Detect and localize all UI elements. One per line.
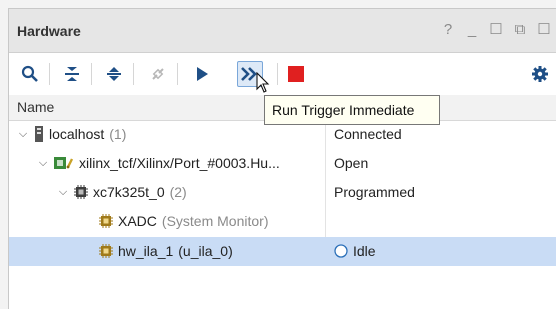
server-icon bbox=[35, 126, 43, 142]
row-count: (System Monitor) bbox=[161, 213, 269, 229]
table-row[interactable]: ⌵ xilinx_tcf/Xilinx/Port_#0003.Hu... Ope… bbox=[9, 149, 556, 178]
gear-icon[interactable] bbox=[527, 61, 553, 87]
help-icon[interactable]: ? bbox=[441, 21, 455, 39]
tooltip: Run Trigger Immediate bbox=[264, 95, 440, 125]
row-status: Connected bbox=[334, 126, 402, 142]
collapse-all-icon[interactable] bbox=[59, 61, 85, 87]
row-count: (u_ila_0) bbox=[178, 243, 233, 259]
row-status: Idle bbox=[353, 243, 376, 259]
row-name: xilinx_tcf/Xilinx/Port_#0003.Hu... bbox=[79, 155, 280, 171]
stop-trigger-icon[interactable] bbox=[283, 61, 309, 87]
table-empty-area bbox=[9, 266, 556, 309]
toolbar-separator bbox=[91, 63, 92, 85]
row-count: (2) bbox=[169, 184, 187, 200]
maximize-icon[interactable]: ☐ bbox=[489, 21, 503, 39]
board-icon bbox=[54, 157, 74, 169]
float-icon[interactable]: ⧉ bbox=[513, 21, 527, 39]
window-controls: ? _ ☐ ⧉ ☐ bbox=[441, 21, 551, 39]
toolbar-separator bbox=[49, 63, 50, 85]
idle-status-icon bbox=[334, 244, 348, 258]
toolbar bbox=[9, 53, 556, 96]
chevron-down-icon[interactable]: ⌵ bbox=[17, 128, 29, 141]
hardware-panel: Hardware ? _ ☐ ⧉ ☐ Name ⌵ localhost (1) … bbox=[8, 8, 556, 309]
row-count: (1) bbox=[109, 126, 127, 142]
auto-connect-icon bbox=[145, 61, 171, 87]
ila-icon bbox=[99, 244, 113, 258]
chip-icon bbox=[74, 185, 88, 199]
toolbar-separator bbox=[133, 63, 134, 85]
mouse-cursor-icon bbox=[256, 72, 270, 93]
row-name: hw_ila_1 bbox=[118, 243, 174, 259]
panel-titlebar: Hardware ? _ ☐ ⧉ ☐ bbox=[9, 9, 556, 53]
row-name: localhost bbox=[49, 126, 105, 142]
chevron-down-icon[interactable]: ⌵ bbox=[57, 186, 69, 199]
search-icon[interactable] bbox=[17, 61, 43, 87]
chevron-down-icon[interactable]: ⌵ bbox=[37, 157, 49, 170]
row-name: xc7k325t_0 bbox=[93, 184, 165, 200]
expand-all-icon[interactable] bbox=[101, 61, 127, 87]
column-header-name[interactable]: Name bbox=[17, 99, 54, 115]
panel-title: Hardware bbox=[17, 23, 81, 39]
row-name: XADC bbox=[118, 213, 157, 229]
run-trigger-icon[interactable] bbox=[189, 61, 215, 87]
restore-icon[interactable]: ☐ bbox=[537, 21, 551, 39]
row-status: Programmed bbox=[334, 184, 415, 200]
table-row[interactable]: ⌵ xc7k325t_0 (2) Programmed bbox=[9, 178, 556, 207]
table-row-selected[interactable]: hw_ila_1 (u_ila_0) Idle bbox=[9, 237, 556, 266]
row-status: Open bbox=[334, 155, 369, 171]
toolbar-separator bbox=[277, 63, 278, 85]
minimize-icon[interactable]: _ bbox=[465, 21, 479, 39]
toolbar-separator bbox=[177, 63, 178, 85]
table-row[interactable]: XADC (System Monitor) bbox=[9, 207, 556, 236]
core-icon bbox=[99, 214, 113, 228]
